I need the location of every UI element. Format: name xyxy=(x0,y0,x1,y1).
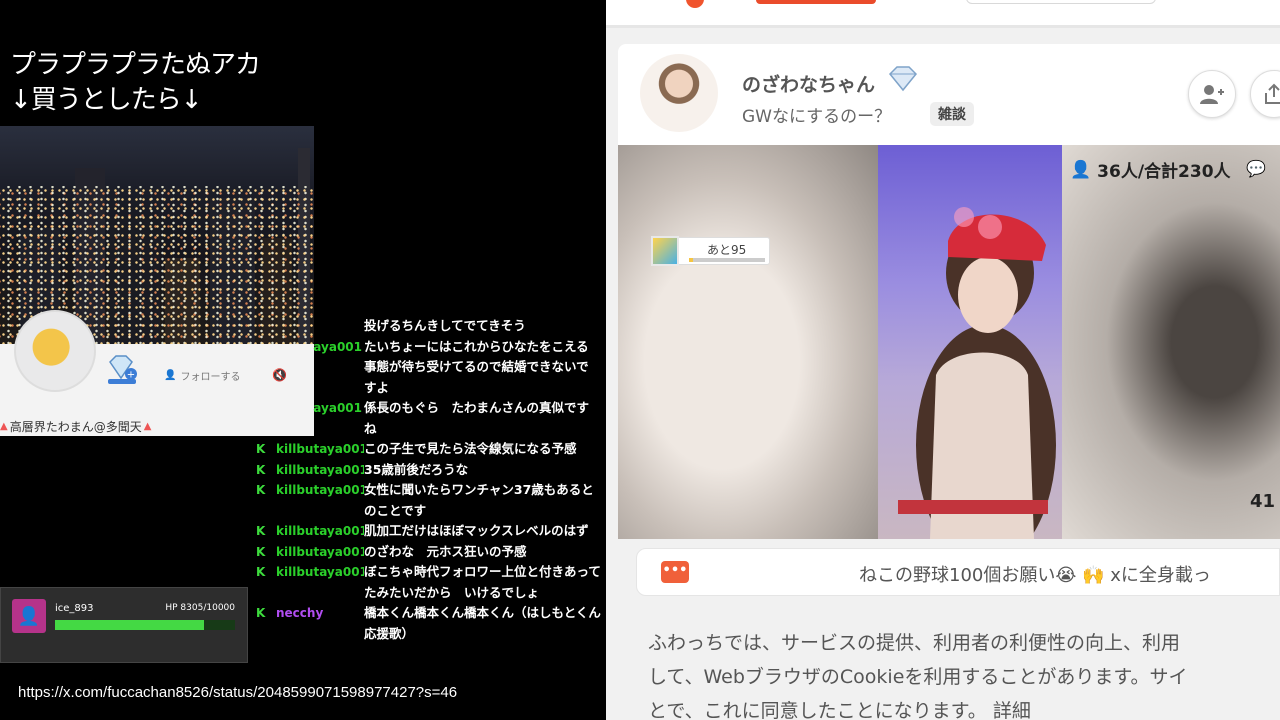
chat-message-text: ぼこちゃ時代フォロワー上位と付きあってたみたいだから いけるでしょ xyxy=(364,564,601,600)
chat-username[interactable]: aya001 xyxy=(276,398,364,439)
chat-message: aya001 たいちょーにはこれからひなたをこえる事態が待ち受けてるので結婚できな… xyxy=(256,337,601,399)
chat-badge-icon: K xyxy=(256,524,266,538)
diamond-icon: + xyxy=(108,355,137,384)
chat-message: Kkillbutaya001 女性に聞いたらワンチャン37歳もあるとのことです xyxy=(256,480,601,521)
chat-message-text: この子生で見たら法令線気になる予感 xyxy=(364,441,577,456)
hp-username: ice_893 xyxy=(55,603,94,614)
chat-message-text: 係長のもぐら たわまんさんの真似ですね xyxy=(364,400,590,436)
search-input[interactable] xyxy=(966,0,1156,4)
chat-message: Kkillbutaya001 35歳前後だろうな xyxy=(256,460,601,481)
chat-username[interactable]: killbutaya001 xyxy=(276,460,364,481)
goal-bar-fill xyxy=(689,258,693,262)
chat-message: 投げるちんきしてでてきそう xyxy=(256,316,601,337)
chat-message-text: 女性に聞いたらワンチャン37歳もあるとのことです xyxy=(364,482,594,518)
chat-message: Kkillbutaya001 この子生で見たら法令線気になる予感 xyxy=(256,439,601,460)
chat-badge-icon: K xyxy=(256,606,266,620)
cookie-line-2: して、WebブラウザのCookieを利用することがあります。サイ xyxy=(648,666,1188,688)
streamer-card: のざわなちゃん GWなにするのー？ 雑談 xyxy=(618,44,1280,146)
stream-tag[interactable]: 雑談 xyxy=(930,102,974,126)
chat-message-text: 肌加工だけはほぼマックスレベルのはず xyxy=(364,523,589,538)
share-button[interactable] xyxy=(1250,70,1280,118)
cookie-line-3-text: とで、これに同意したことになります。 xyxy=(648,700,987,720)
chat-message: Kkillbutaya001 ぼこちゃ時代フォロワー上位と付きあってたみたいだから… xyxy=(256,562,601,603)
owner-name: ▲ 高層界たわまん@多聞天 ▲ xyxy=(0,418,151,435)
chat-log: 投げるちんきしてでてきそう aya001 たいちょーにはこれからひなたをこえる事態が… xyxy=(256,316,601,644)
chat-message-text: のざわな 元ホス狂いの予感 xyxy=(364,543,527,559)
cookie-notice: ふわっちでは、サービスの提供、利用者の利便性の向上、利用 して、Webブラウザの… xyxy=(648,626,1280,720)
comment-banner[interactable]: ••• ねこの野球100個お願い😭 🙌 xに全身載っ xyxy=(636,548,1280,596)
video-blur-right xyxy=(1062,145,1280,539)
chat-message: Kkillbutaya001 のざわな 元ホス狂いの予感 xyxy=(256,542,601,563)
chat-badge-icon: K xyxy=(256,483,266,497)
bottom-url: https://x.com/fuccachan8526/status/20485… xyxy=(18,684,458,701)
chat-message-text: たいちょーにはこれからひなたをこえる事態が待ち受けてるので結婚できないですよ xyxy=(364,338,589,395)
viewer-count-text: 36人/合計230人 xyxy=(1097,162,1231,182)
video-feed xyxy=(878,145,1062,539)
hp-widget: 👤 ice_893 HP 8305/10000 xyxy=(0,587,248,663)
hp-bar-fill xyxy=(55,620,205,630)
goal-icon xyxy=(651,236,679,266)
site-logo[interactable] xyxy=(756,0,876,4)
chat-username[interactable]: killbutaya001 xyxy=(276,562,364,603)
goal-bar xyxy=(689,258,765,262)
video-blur-left xyxy=(618,145,878,539)
chat-badge-icon: K xyxy=(256,462,266,477)
site-header xyxy=(606,0,1280,28)
chat-username[interactable]: killbutaya001 xyxy=(276,542,364,563)
stream-title: GWなにするのー？ xyxy=(742,107,892,127)
follow-button[interactable]: 👤 フォローする xyxy=(164,368,240,383)
add-friend-button[interactable] xyxy=(1188,70,1236,118)
diamond-icon xyxy=(888,66,918,92)
goal-widget[interactable]: あと95 xyxy=(651,236,770,266)
goal-text: あと95 xyxy=(707,243,747,257)
cookie-detail-link[interactable]: 詳細 xyxy=(993,700,1031,720)
user-icon: 👤 xyxy=(12,599,46,633)
cone-icon: ▲ xyxy=(0,421,8,432)
browser-capture: のざわなちゃん GWなにするのー？ 雑談 👤 36人/合計230人 💬 41 あ… xyxy=(606,0,1280,720)
chat-badge-icon xyxy=(256,398,276,439)
overlay-title-line2: ↓買うとしたら↓ xyxy=(10,85,203,115)
streamer-video-frame xyxy=(898,207,1056,539)
banner-text: ねこの野球100個お願い😭 🙌 xに全身載っ xyxy=(859,565,1211,586)
video-player[interactable]: 👤 36人/合計230人 💬 41 あと95 xyxy=(618,145,1280,539)
overlay-title-line1: プラプラプラたぬアカ xyxy=(10,50,261,80)
chat-message: Knecchy 橋本くん橋本くん橋本くん（はしもとくん応援歌） xyxy=(256,603,601,644)
chat-badge-icon: K xyxy=(256,565,266,579)
chat-message: Kkillbutaya001 肌加工だけはほぼマックスレベルのはず xyxy=(256,521,601,542)
svg-text:+: + xyxy=(127,370,135,381)
timer-text: 41 xyxy=(1250,491,1276,512)
follow-person-icon: 👤 xyxy=(164,370,177,381)
chat-message: aya001 係長のもぐら たわまんさんの真似ですね xyxy=(256,398,601,439)
person-icon: 👤 xyxy=(1070,159,1092,180)
follow-label: フォローする xyxy=(180,372,241,383)
cookie-line-3: とで、これに同意したことになります。 詳細 xyxy=(648,694,1280,720)
hp-text: HP 8305/10000 xyxy=(165,603,235,613)
chat-badge-icon: K xyxy=(256,442,266,456)
chat-message-text: 投げるちんきしてでてきそう xyxy=(364,318,526,333)
avatar[interactable] xyxy=(14,310,96,392)
chat-username[interactable]: killbutaya001 xyxy=(276,521,364,542)
add-friend-icon xyxy=(1200,85,1224,104)
hp-bar xyxy=(55,620,235,630)
chat-badge-icon xyxy=(256,337,276,399)
cookie-line-1: ふわっちでは、サービスの提供、利用者の利便性の向上、利用 xyxy=(648,632,1181,654)
chat-message-text: 35歳前後だろうな xyxy=(364,461,469,477)
chat-bubble-icon: ••• xyxy=(661,561,689,583)
viewer-count: 👤 36人/合計230人 xyxy=(1070,157,1231,183)
cone-icon: ▲ xyxy=(143,421,152,432)
share-icon xyxy=(1265,83,1280,104)
chat-username[interactable]: killbutaya001 xyxy=(276,480,364,521)
chat-username[interactable]: necchy xyxy=(276,603,364,644)
site-logo-icon[interactable] xyxy=(686,0,704,8)
chat-badge-icon: K xyxy=(256,544,266,559)
chat-username[interactable]: aya001 xyxy=(276,337,364,399)
owner-name-label: 高層界たわまん@多聞天 xyxy=(9,420,142,434)
streamer-name[interactable]: のざわなちゃん xyxy=(742,70,875,97)
stream-overlay: プラプラプラたぬアカ ↓買うとしたら↓ + 👤 フォローする 🔇 ▲ 高層界たわ… xyxy=(0,0,606,720)
chat-message-text: 橋本くん橋本くん橋本くん（はしもとくん応援歌） xyxy=(364,605,601,641)
comment-icon[interactable]: 💬 xyxy=(1246,159,1266,178)
streamer-avatar[interactable] xyxy=(640,54,718,132)
chat-username[interactable]: killbutaya001 xyxy=(276,439,364,460)
